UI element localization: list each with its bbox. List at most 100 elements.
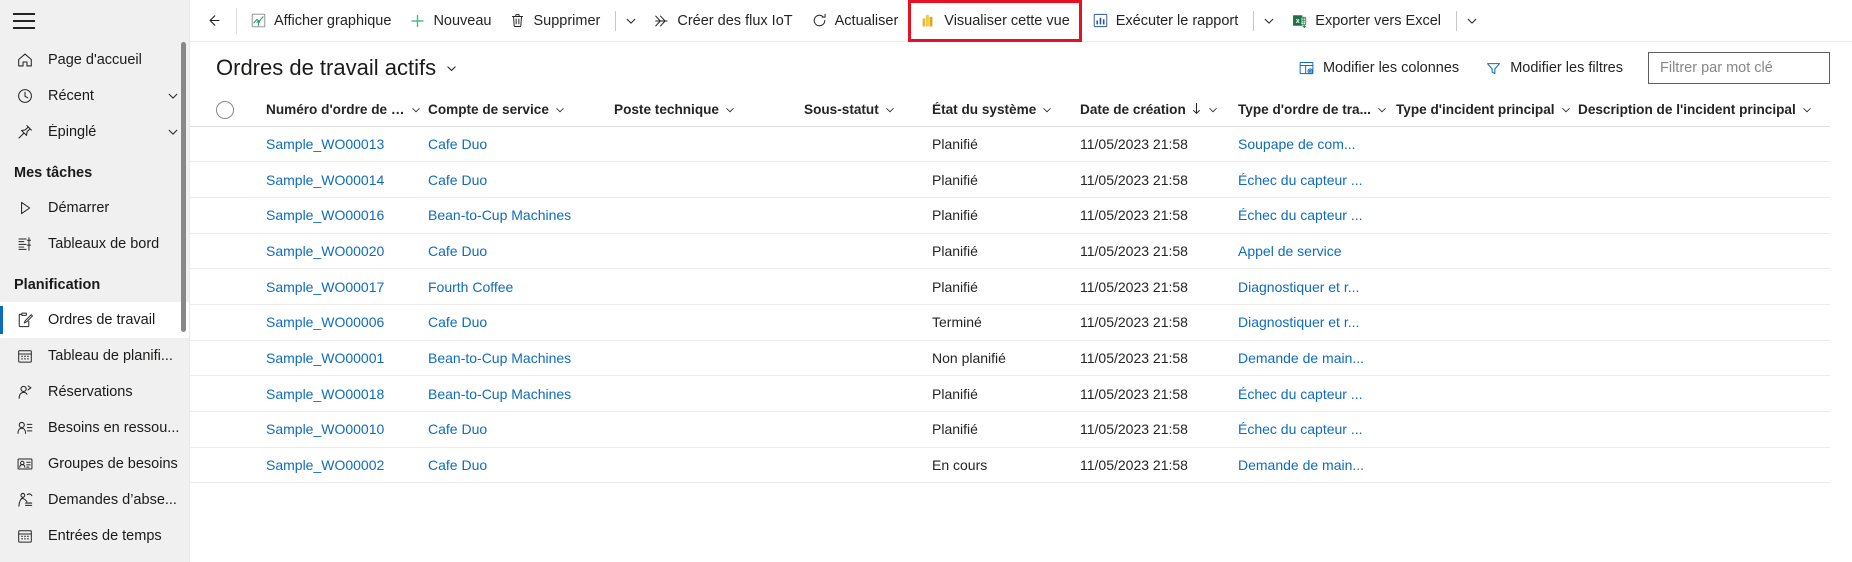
chevron-down-icon[interactable] xyxy=(724,104,736,116)
cell-link[interactable]: Cafe Duo xyxy=(428,136,487,152)
cell-link[interactable]: Cafe Duo xyxy=(428,421,487,437)
row-select-cell[interactable] xyxy=(190,233,240,270)
chevron-down-icon[interactable] xyxy=(618,1,644,41)
chevron-down-icon[interactable] xyxy=(1207,104,1219,116)
cell-link[interactable]: Échec du capteur ... xyxy=(1238,207,1363,223)
chevron-down-icon[interactable] xyxy=(554,104,566,116)
table-row[interactable]: Sample_WO00016 Bean-to-Cup Machines Planif… xyxy=(190,197,1830,234)
sidebar-item-tableaux-de-bord[interactable]: Tableaux de bord xyxy=(0,226,189,262)
column-header-service-account[interactable]: Compte de service xyxy=(428,94,614,127)
cell-link[interactable]: Sample_WO00002 xyxy=(266,457,384,473)
sidebar-item-entr-es-de-temps[interactable]: Entrées de temps xyxy=(0,518,189,554)
table-row[interactable]: Sample_WO00006 Cafe Duo Terminé 11/05/2023 … xyxy=(190,304,1830,341)
chevron-down-icon[interactable] xyxy=(1801,104,1813,116)
edit-filters-button[interactable]: Modifier les filtres xyxy=(1474,51,1634,85)
sidebar-item-ordres-de-travail[interactable]: Ordres de travail xyxy=(0,302,189,338)
chevron-down-icon[interactable] xyxy=(884,104,896,116)
row-select-cell[interactable] xyxy=(190,340,240,377)
sidebar-item-pingl[interactable]: Épinglé xyxy=(0,114,189,150)
cell-link[interactable]: Cafe Duo xyxy=(428,243,487,259)
chevron-down-icon[interactable] xyxy=(165,124,181,140)
sidebar-item-groupes-de-besoins[interactable]: Groupes de besoins xyxy=(0,446,189,482)
table-row[interactable]: Sample_WO00010 Cafe Duo Planifié 11/05/2023… xyxy=(190,411,1830,448)
sidebar-item-page-d-accueil[interactable]: Page d'accueil xyxy=(0,42,189,78)
command-afficher-graphique-button[interactable]: Afficher graphique xyxy=(241,1,400,41)
row-select-cell[interactable] xyxy=(190,375,240,412)
cell-link[interactable]: Sample_WO00010 xyxy=(266,421,384,437)
chevron-down-icon[interactable] xyxy=(1560,104,1572,116)
sidebar-scrollbar[interactable] xyxy=(181,42,186,332)
row-select-cell[interactable] xyxy=(190,197,240,234)
command-ex-cuter-le-rapport-button[interactable]: Exécuter le rapport xyxy=(1083,1,1248,41)
column-header-wo-type[interactable]: Type d'ordre de tra... xyxy=(1238,94,1396,127)
cell-link[interactable]: Cafe Duo xyxy=(428,314,487,330)
command-exporter-vers-excel-button[interactable]: x Exporter vers Excel xyxy=(1282,1,1450,41)
select-all-radio[interactable] xyxy=(216,100,234,119)
table-row[interactable]: Sample_WO00013 Cafe Duo Planifié 11/05/2023… xyxy=(190,126,1830,163)
table-row[interactable]: Sample_WO00018 Bean-to-Cup Machines Planif… xyxy=(190,375,1830,412)
cell-link[interactable]: Sample_WO00013 xyxy=(266,136,384,152)
row-select-cell[interactable] xyxy=(190,161,240,198)
row-select-cell[interactable] xyxy=(190,126,240,163)
table-row[interactable]: Sample_WO00014 Cafe Duo Planifié 11/05/2023… xyxy=(190,161,1830,198)
command-visualiser-cette-vue-button[interactable]: Visualiser cette vue xyxy=(911,1,1078,41)
search-input[interactable] xyxy=(1658,59,1820,77)
cell-link[interactable]: Diagnostiquer et r... xyxy=(1238,279,1359,295)
sidebar-item-tableau-de-planifi[interactable]: Tableau de planifi... xyxy=(0,338,189,374)
cell-link[interactable]: Bean-to-Cup Machines xyxy=(428,386,571,402)
row-select-cell[interactable] xyxy=(190,268,240,305)
column-header-primary-incident-type[interactable]: Type d'incident principal xyxy=(1396,94,1578,127)
hamburger-menu-icon[interactable] xyxy=(13,13,35,29)
command-nouveau-button[interactable]: Nouveau xyxy=(400,1,500,41)
cell-link[interactable]: Échec du capteur ... xyxy=(1238,421,1363,437)
column-header-created-on[interactable]: Date de création xyxy=(1080,94,1238,127)
cell-link[interactable]: Échec du capteur ... xyxy=(1238,386,1363,402)
sidebar-item-demandes-d-abse[interactable]: Demandes d’abse... xyxy=(0,482,189,518)
edit-columns-button[interactable]: Modifier les colonnes xyxy=(1287,51,1470,85)
chevron-down-icon[interactable] xyxy=(1256,1,1282,41)
cell-link[interactable]: Soupape de com... xyxy=(1238,136,1356,152)
column-header-wo-number[interactable]: Numéro d'ordre de travail xyxy=(240,94,428,127)
sidebar-item-besoins-en-ressou[interactable]: Besoins en ressou... xyxy=(0,410,189,446)
cell-link[interactable]: Sample_WO00017 xyxy=(266,279,384,295)
command-supprimer-button[interactable]: Supprimer xyxy=(500,1,609,41)
cell-link[interactable]: Sample_WO00020 xyxy=(266,243,384,259)
sidebar-item-r-cent[interactable]: Récent xyxy=(0,78,189,114)
cell-link[interactable]: Bean-to-Cup Machines xyxy=(428,207,571,223)
command-actualiser-button[interactable]: Actualiser xyxy=(802,1,908,41)
search-box[interactable] xyxy=(1648,52,1830,84)
view-selector[interactable]: Ordres de travail actifs xyxy=(216,55,458,81)
chevron-down-icon[interactable] xyxy=(1376,104,1388,116)
column-header-primary-incident-desc[interactable]: Description de l'incident principal xyxy=(1578,94,1830,127)
cell-link[interactable]: Sample_WO00016 xyxy=(266,207,384,223)
column-header-functional-location[interactable]: Poste technique xyxy=(614,94,804,127)
cell-link[interactable]: Cafe Duo xyxy=(428,457,487,473)
table-row[interactable]: Sample_WO00002 Cafe Duo En cours 11/05/2023… xyxy=(190,447,1830,484)
chevron-down-icon[interactable] xyxy=(410,104,422,116)
chevron-down-icon[interactable] xyxy=(1041,104,1053,116)
cell-link[interactable]: Demande de main... xyxy=(1238,350,1364,366)
table-row[interactable]: Sample_WO00017 Fourth Coffee Planifié 11/05… xyxy=(190,268,1830,305)
back-button[interactable] xyxy=(194,1,232,41)
row-select-cell[interactable] xyxy=(190,447,240,484)
cell-link[interactable]: Sample_WO00001 xyxy=(266,350,384,366)
row-select-cell[interactable] xyxy=(190,411,240,448)
cell-link[interactable]: Appel de service xyxy=(1238,243,1342,259)
chevron-down-icon[interactable] xyxy=(1459,1,1485,41)
chevron-down-icon[interactable] xyxy=(165,88,181,104)
cell-link[interactable]: Diagnostiquer et r... xyxy=(1238,314,1359,330)
cell-link[interactable]: Bean-to-Cup Machines xyxy=(428,350,571,366)
sidebar-item-r-servations[interactable]: Réservations xyxy=(0,374,189,410)
row-select-cell[interactable] xyxy=(190,304,240,341)
cell-link[interactable]: Sample_WO00006 xyxy=(266,314,384,330)
cell-link[interactable]: Sample_WO00014 xyxy=(266,172,384,188)
cell-link[interactable]: Sample_WO00018 xyxy=(266,386,384,402)
column-header-substatus[interactable]: Sous-statut xyxy=(804,94,932,127)
cell-link[interactable]: Cafe Duo xyxy=(428,172,487,188)
table-row[interactable]: Sample_WO00020 Cafe Duo Planifié 11/05/2023… xyxy=(190,233,1830,270)
command-cr-er-des-flux-iot-button[interactable]: Créer des flux IoT xyxy=(644,1,801,41)
cell-link[interactable]: Fourth Coffee xyxy=(428,279,513,295)
column-header-system-status[interactable]: État du système xyxy=(932,94,1080,127)
cell-link[interactable]: Demande de main... xyxy=(1238,457,1364,473)
table-row[interactable]: Sample_WO00001 Bean-to-Cup Machines Non pl… xyxy=(190,340,1830,377)
